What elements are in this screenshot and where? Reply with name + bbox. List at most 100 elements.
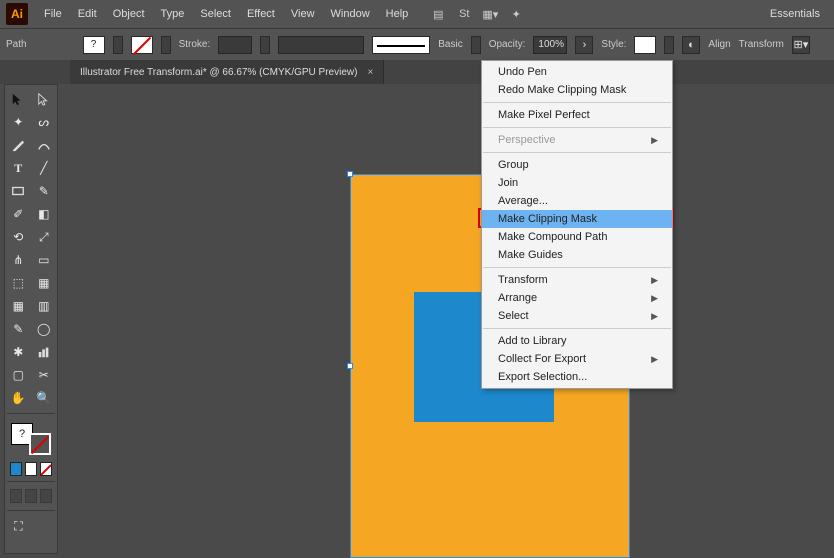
direct-selection-tool[interactable]: [33, 89, 56, 109]
blend-tool[interactable]: ◯: [33, 319, 56, 339]
menu-window[interactable]: Window: [323, 4, 378, 24]
context-menu-item[interactable]: Undo Pen: [482, 63, 672, 81]
context-menu-item-label: Undo Pen: [498, 66, 547, 78]
column-graph-tool[interactable]: [33, 342, 56, 362]
artboard-tool[interactable]: ▢: [7, 365, 30, 385]
stroke-weight-dropdown[interactable]: [260, 36, 270, 54]
close-tab-icon[interactable]: ×: [367, 67, 373, 78]
stroke-dropdown[interactable]: [161, 36, 171, 54]
eraser-tool[interactable]: ◧: [33, 204, 56, 224]
workspace-switcher[interactable]: Essentials: [762, 4, 828, 24]
context-menu-item-label: Average...: [498, 195, 548, 207]
context-menu-item-label: Make Compound Path: [498, 231, 607, 243]
gpu-icon[interactable]: ✦: [508, 6, 524, 22]
stroke-weight-field[interactable]: [218, 36, 252, 54]
shape-builder-tool[interactable]: ⬚: [7, 273, 30, 293]
free-transform-tool[interactable]: ▭: [33, 250, 56, 270]
perspective-grid-tool[interactable]: ▦: [33, 273, 56, 293]
stroke-swatch[interactable]: [131, 36, 153, 54]
context-menu-separator: [483, 152, 671, 153]
pen-tool[interactable]: [7, 135, 30, 155]
swatch-white[interactable]: [25, 462, 37, 476]
document-tab-bar: Illustrator Free Transform.ai* @ 66.67% …: [0, 60, 834, 84]
context-menu-item[interactable]: Make Pixel Perfect: [482, 106, 672, 124]
context-menu-item[interactable]: Collect For Export▶: [482, 350, 672, 368]
context-menu-item[interactable]: Make Compound Path: [482, 228, 672, 246]
transform-panel-icon[interactable]: ⊞▾: [792, 36, 810, 54]
context-menu-item-label: Group: [498, 159, 529, 171]
context-menu-item[interactable]: Select▶: [482, 307, 672, 325]
menu-file[interactable]: File: [36, 4, 70, 24]
style-swatch[interactable]: [634, 36, 656, 54]
context-menu-item-label: Add to Library: [498, 335, 566, 347]
menu-help[interactable]: Help: [378, 4, 417, 24]
width-tool[interactable]: ⋔: [7, 250, 30, 270]
selection-handle[interactable]: [347, 363, 353, 369]
draw-inside-mode[interactable]: [40, 489, 52, 503]
shaper-tool[interactable]: ✐: [7, 204, 30, 224]
context-menu-item[interactable]: Add to Library: [482, 332, 672, 350]
style-dropdown[interactable]: [664, 36, 674, 54]
selection-tool[interactable]: [7, 89, 30, 109]
menu-view[interactable]: View: [283, 4, 323, 24]
stroke-profile-field[interactable]: [278, 36, 364, 54]
opacity-arrow[interactable]: ›: [575, 36, 593, 54]
context-menu-item[interactable]: Make Guides: [482, 246, 672, 264]
menu-object[interactable]: Object: [105, 4, 153, 24]
swatch-blue[interactable]: [10, 462, 22, 476]
fill-swatch[interactable]: [83, 36, 105, 54]
lasso-tool[interactable]: ᔕ: [33, 112, 56, 132]
zoom-tool[interactable]: 🔍: [33, 388, 56, 408]
context-menu-item[interactable]: Export Selection...: [482, 368, 672, 386]
type-tool[interactable]: T: [7, 158, 30, 178]
transform-link[interactable]: Transform: [739, 39, 784, 50]
arrange-docs-icon[interactable]: ▦▾: [482, 6, 498, 22]
fill-dropdown[interactable]: [113, 36, 123, 54]
context-menu-item-label: Join: [498, 177, 518, 189]
draw-behind-mode[interactable]: [25, 489, 37, 503]
hand-tool[interactable]: ✋: [7, 388, 30, 408]
recolor-icon[interactable]: ◐: [682, 36, 700, 54]
context-menu-item-label: Select: [498, 310, 529, 322]
rectangle-tool[interactable]: [7, 181, 30, 201]
gradient-tool[interactable]: ▥: [33, 296, 56, 316]
context-menu-item[interactable]: Arrange▶: [482, 289, 672, 307]
brush-dropdown[interactable]: [471, 36, 481, 54]
slice-tool[interactable]: ✂: [33, 365, 56, 385]
context-menu-item[interactable]: Group: [482, 156, 672, 174]
context-menu-separator: [483, 127, 671, 128]
align-link[interactable]: Align: [708, 39, 730, 50]
brush-definition[interactable]: [372, 36, 430, 54]
paintbrush-tool[interactable]: ✎: [33, 181, 56, 201]
mesh-tool[interactable]: ▦: [7, 296, 30, 316]
fill-stroke-indicator[interactable]: [9, 421, 53, 457]
menu-type[interactable]: Type: [153, 4, 193, 24]
symbol-sprayer-tool[interactable]: ✱: [7, 342, 30, 362]
context-menu-item[interactable]: Average...: [482, 192, 672, 210]
menu-effect[interactable]: Effect: [239, 4, 283, 24]
stock-icon[interactable]: St: [456, 6, 472, 22]
rotate-tool[interactable]: ⟲: [7, 227, 30, 247]
opacity-field[interactable]: 100%: [533, 36, 567, 54]
line-segment-tool[interactable]: ╱: [33, 158, 56, 178]
context-menu-separator: [483, 328, 671, 329]
bridge-icon[interactable]: ▤: [430, 6, 446, 22]
context-menu-item[interactable]: Join: [482, 174, 672, 192]
menu-select[interactable]: Select: [192, 4, 239, 24]
swatch-none[interactable]: [40, 462, 52, 476]
magic-wand-tool[interactable]: ✦: [7, 112, 30, 132]
context-menu-item[interactable]: Transform▶: [482, 271, 672, 289]
menu-edit[interactable]: Edit: [70, 4, 105, 24]
selection-handle[interactable]: [347, 171, 353, 177]
screen-mode-button[interactable]: ⛶: [7, 516, 30, 536]
curvature-tool[interactable]: [33, 135, 56, 155]
context-menu-item[interactable]: Redo Make Clipping Mask: [482, 81, 672, 99]
context-menu-item[interactable]: Make Clipping Mask: [482, 210, 672, 228]
draw-normal-mode[interactable]: [10, 489, 22, 503]
scale-tool[interactable]: ⤢: [33, 227, 56, 247]
document-tab[interactable]: Illustrator Free Transform.ai* @ 66.67% …: [70, 60, 384, 84]
stroke-indicator[interactable]: [29, 433, 51, 455]
context-menu-separator: [483, 267, 671, 268]
submenu-arrow-icon: ▶: [651, 135, 658, 146]
eyedropper-tool[interactable]: ✎: [7, 319, 30, 339]
